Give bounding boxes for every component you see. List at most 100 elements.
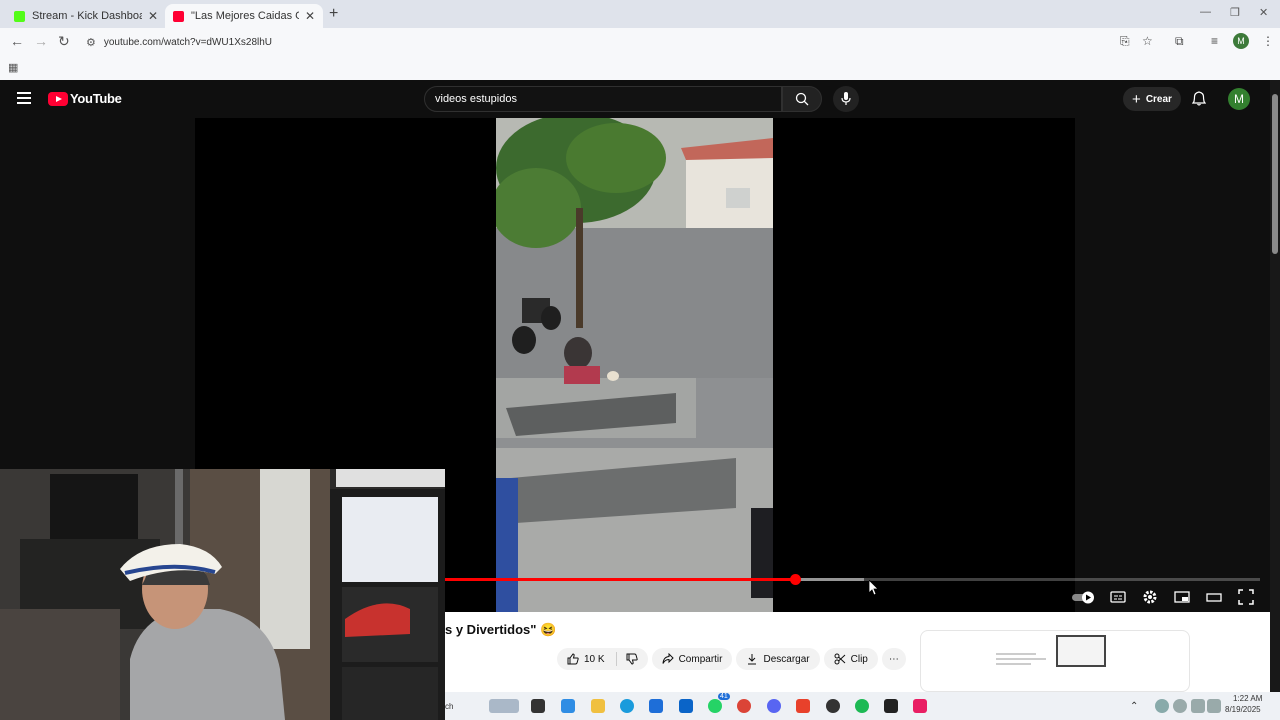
file-explorer-icon[interactable] (591, 699, 605, 713)
store-icon[interactable] (649, 699, 663, 713)
back-icon[interactable]: ← (10, 33, 24, 49)
account-avatar[interactable]: M (1228, 88, 1250, 110)
close-tab-icon[interactable]: ✕ (305, 9, 315, 23)
youtube-favicon-icon (173, 10, 184, 22)
menu-kebab-icon[interactable]: ⋮ (1262, 34, 1274, 48)
tab-youtube-video[interactable]: "Las Mejores Caidas Graciosas ✕ (165, 4, 323, 28)
subtitles-icon[interactable] (1110, 589, 1126, 605)
clock-date[interactable]: 8/19/2025 (1225, 705, 1261, 714)
thumbs-up-icon (567, 653, 579, 665)
autoplay-toggle-icon[interactable] (1072, 589, 1096, 605)
notifications-bell-icon[interactable] (1192, 91, 1206, 106)
scrollbar-thumb[interactable] (1272, 94, 1278, 254)
close-window-icon[interactable]: ✕ (1259, 6, 1268, 19)
search-button[interactable] (782, 86, 822, 112)
webcam-feed-image (0, 469, 445, 720)
tray-mic-icon[interactable] (1173, 699, 1187, 713)
youtube-header: YouTube videos estupidos + Crear M (0, 80, 1270, 118)
webcam-overlay (0, 469, 445, 720)
site-info-icon[interactable]: ⚙ (86, 36, 96, 49)
create-label: Crear (1145, 93, 1172, 105)
fullscreen-icon[interactable] (1238, 589, 1254, 605)
taskbar-widget-icon[interactable] (489, 699, 519, 713)
like-button[interactable]: 10 K (557, 648, 648, 670)
guide-menu-icon[interactable] (17, 92, 31, 107)
tray-network-icon[interactable] (1191, 699, 1205, 713)
bookmark-star-icon[interactable]: ☆ (1142, 34, 1153, 48)
scrubber-handle[interactable] (789, 574, 801, 585)
plus-icon: + (1132, 90, 1141, 108)
edge-icon[interactable] (620, 699, 634, 713)
share-button[interactable]: Compartir (651, 648, 733, 670)
theater-mode-icon[interactable] (1206, 589, 1222, 605)
avatar-initial: M (1234, 92, 1244, 106)
divider (615, 652, 617, 666)
logo-text: YouTube (70, 91, 122, 106)
tray-chevron-icon[interactable]: ⌃ (1130, 701, 1138, 712)
mouse-cursor-icon (869, 580, 879, 596)
youtube-play-icon (48, 91, 68, 106)
windows-taskbar: ch 41 ⌃ 1:22 AM 8/19/2025 (445, 692, 1280, 720)
address-bar[interactable]: ⚙ youtube.com/watch?v=dWU1Xs28lhU (80, 31, 1110, 53)
ad-thumbnail (1056, 635, 1106, 667)
page-scrollbar[interactable] (1270, 80, 1280, 692)
tiktok-icon[interactable] (913, 699, 927, 713)
new-tab-icon[interactable]: + (329, 5, 338, 23)
restore-icon[interactable]: ❐ (1230, 6, 1240, 19)
notification-badge: 41 (718, 693, 730, 700)
browser-toolbar: ← → ↻ ⚙ youtube.com/watch?v=dWU1Xs28lhU … (0, 28, 1280, 56)
minimize-icon[interactable]: — (1200, 6, 1211, 18)
install-app-icon[interactable]: ⎘ (1120, 34, 1130, 49)
copilot-icon[interactable] (561, 699, 575, 713)
extensions-icon[interactable]: ⧉ (1175, 34, 1184, 49)
outlook-icon[interactable] (679, 699, 693, 713)
played-bar (445, 578, 795, 581)
forward-icon[interactable]: → (34, 33, 48, 49)
like-count: 10 K (584, 653, 605, 665)
create-button[interactable]: + Crear (1123, 87, 1181, 111)
epic-games-icon[interactable] (884, 699, 898, 713)
youtube-logo[interactable]: YouTube (48, 91, 122, 106)
app-red-icon[interactable] (796, 699, 810, 713)
bookmarks-bar: ▦ (0, 56, 1280, 80)
obs-icon[interactable] (826, 699, 840, 713)
more-actions-button[interactable]: ⋯ (881, 648, 906, 670)
tray-volume-icon[interactable] (1207, 699, 1221, 713)
clip-button[interactable]: Clip (823, 648, 878, 670)
reload-icon[interactable]: ↻ (58, 33, 70, 50)
thumbs-down-icon[interactable] (626, 653, 638, 665)
apps-grid-icon[interactable]: ▦ (8, 61, 18, 74)
spotify-icon[interactable] (855, 699, 869, 713)
whatsapp-icon[interactable] (708, 699, 722, 713)
progress-bar[interactable] (445, 574, 1260, 585)
chrome-icon[interactable] (737, 699, 751, 713)
miniplayer-icon[interactable] (1174, 589, 1190, 605)
taskbar-search-text[interactable]: ch (445, 702, 453, 711)
download-button[interactable]: Descargar (736, 648, 820, 670)
tab-title: Stream - Kick Dashboard (32, 10, 142, 22)
video-title: s y Divertidos" 😆 (445, 622, 557, 637)
discord-icon[interactable] (767, 699, 781, 713)
voice-search-button[interactable] (833, 86, 859, 112)
media-controls-icon[interactable]: ≡ (1211, 34, 1218, 48)
download-icon (748, 654, 757, 665)
video-scene-image (496, 118, 773, 612)
ad-card[interactable] (920, 630, 1190, 692)
ad-text-line (996, 658, 1046, 660)
search-input[interactable]: videos estupidos (424, 86, 782, 112)
close-tab-icon[interactable]: ✕ (148, 9, 158, 23)
download-label: Descargar (763, 653, 810, 665)
browser-profile-avatar[interactable]: M (1233, 33, 1249, 49)
tab-kick-dashboard[interactable]: Stream - Kick Dashboard ✕ (6, 4, 166, 28)
settings-gear-icon[interactable] (1142, 589, 1158, 605)
tray-cloud-icon[interactable] (1155, 699, 1169, 713)
search-icon (795, 92, 809, 106)
ad-text-line (996, 663, 1031, 665)
task-view-icon[interactable] (531, 699, 545, 713)
kick-favicon-icon (14, 10, 25, 22)
microphone-icon (841, 92, 851, 105)
profile-initial: M (1237, 36, 1245, 46)
clock-time[interactable]: 1:22 AM (1233, 694, 1262, 703)
video-info-section: s y Divertidos" 😆 10 K Compartir Descarg… (445, 612, 1270, 692)
video-frame (496, 118, 773, 612)
